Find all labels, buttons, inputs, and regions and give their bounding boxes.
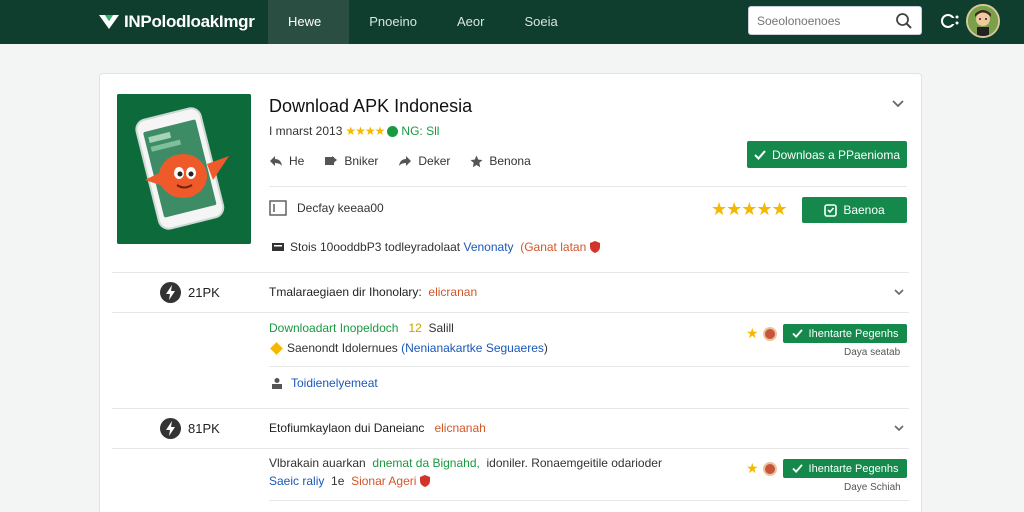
section-1-footer-link[interactable]: Toidienelyemeat (271, 376, 378, 390)
app-meta-row: I mnarst 2013 ★★★★ NG: Sll (269, 124, 439, 138)
action-forward[interactable]: Deker (398, 154, 450, 168)
reply-icon (270, 156, 282, 166)
app-card: Download APK Indonesia I mnarst 2013 ★★★… (99, 73, 922, 512)
divider (269, 366, 909, 367)
download-button[interactable]: Downloas a PPaenioma (747, 141, 907, 168)
document-icon (269, 200, 287, 216)
app-title: Download APK Indonesia (269, 96, 473, 116)
section-1-line-2: Saenondt Idolernues (Nenianakartke Segua… (269, 341, 548, 355)
app-actions: He Bniker Deker Benona (269, 154, 551, 168)
section-1-link[interactable]: (Nenianakartke Seguaeres (401, 341, 544, 355)
star-icon: ★ (746, 325, 759, 341)
mascot-icon (763, 327, 777, 341)
section-2-button[interactable]: Ihentarte Pegenhs (783, 459, 907, 478)
section-header-1[interactable]: 21PK Tmalaraegiaen dir Ihonolary: elicra… (100, 272, 923, 312)
action-favorite[interactable]: Benona (470, 154, 531, 168)
divider (269, 500, 909, 501)
meta-rating: NG: Sll (401, 124, 440, 138)
info-row: Stois 10ooddbP3 todleyradolaat Venonaty … (272, 240, 606, 254)
rating-stars: ★★★★ (345, 124, 385, 138)
action-share[interactable]: Bniker (324, 154, 378, 168)
rate-button[interactable]: Baenoa (802, 197, 907, 223)
section-2-tag: Sionar Ageri (351, 474, 417, 488)
section-1-days: Daya seatab (844, 347, 901, 358)
section-tag: elicnanah (434, 421, 486, 435)
section-2-line-2: Saeic raliy 1e Sionar Ageri (269, 474, 431, 488)
download-link[interactable]: Downloadart Inopeldoch (269, 321, 398, 335)
rate-icon (824, 203, 838, 217)
share-icon (325, 156, 338, 165)
rating-stars-large[interactable]: ★★★★★ (711, 199, 788, 220)
bolt-icon (160, 281, 181, 303)
search-box (748, 6, 922, 35)
app-icon-image (117, 94, 251, 244)
action-label: Benona (489, 154, 531, 168)
action-label: Deker (418, 154, 451, 168)
nav-item-4[interactable]: Soeia (504, 0, 577, 44)
action-label: He (289, 154, 305, 168)
divider (112, 312, 909, 313)
rate-label: Baenoa (843, 203, 885, 217)
logo-text: INPolodloakImgr (124, 12, 255, 31)
forward-icon (399, 156, 412, 166)
meta-prefix: I mnarst 2013 (269, 124, 343, 138)
mascot-icon (763, 462, 777, 476)
section-title: Tmalaraegiaen dir Ihonolary: elicranan (269, 285, 478, 299)
section-code: 21PK (188, 284, 220, 300)
info-link[interactable]: Venonaty (463, 240, 513, 254)
check-icon (791, 329, 803, 338)
version-row: Decfay keeaa00 (269, 200, 384, 216)
info-prefix: Stois 10ooddbP3 todleyradolaat (290, 240, 461, 254)
section-tag: elicranan (428, 285, 478, 299)
info-tag: (Ganat latan (520, 240, 587, 254)
nav-item-3[interactable]: Aeor (437, 0, 504, 44)
top-bar: INPolodloakImgr Hewe Pnoeino Aeor Soeia (0, 0, 1024, 44)
section-code: 81PK (188, 420, 220, 436)
avatar[interactable] (966, 4, 1000, 38)
version-text: Decfay keeaa00 (297, 201, 384, 215)
user-icon[interactable] (940, 11, 960, 31)
divider (269, 186, 907, 187)
package-icon (272, 243, 284, 251)
star-icon (470, 155, 483, 167)
verified-badge-icon (387, 125, 399, 137)
search-icon[interactable] (895, 12, 913, 30)
bolt-icon (160, 417, 181, 439)
section-2-line-1: Vlbrakain auarkan dnemat da Bignahd, ido… (269, 456, 662, 470)
person-icon (272, 378, 282, 389)
download-link[interactable]: dnemat da Bignahd, (372, 456, 479, 470)
action-reply[interactable]: He (269, 154, 304, 168)
shield-icon (590, 241, 601, 253)
check-icon (791, 464, 803, 473)
search-input[interactable] (757, 13, 887, 28)
divider (112, 448, 909, 449)
section-2-days: Daye Schiah (844, 482, 901, 493)
nav-item-home[interactable]: Hewe (268, 0, 350, 44)
star-icon: ★ (746, 460, 759, 476)
diamond-icon (270, 341, 283, 355)
check-icon (754, 149, 766, 160)
site-logo[interactable]: INPolodloakImgr (0, 0, 268, 44)
chevron-down-icon[interactable] (892, 421, 906, 435)
logo-icon (98, 13, 120, 31)
section-2-link[interactable]: Saeic raliy (269, 474, 324, 488)
chevron-down-icon[interactable] (892, 285, 906, 299)
section-1-line-1: Downloadart Inopeldoch 12 Salill (269, 321, 454, 335)
section-header-2[interactable]: 81PK Etofiumkaylaon dui Daneianc elicnan… (100, 408, 923, 448)
shield-icon (420, 475, 431, 487)
section-title: Etofiumkaylaon dui Daneianc elicnanah (269, 421, 486, 435)
section-1-button[interactable]: Ihentarte Pegenhs (783, 324, 907, 343)
action-label: Bniker (344, 154, 379, 168)
download-label: Downloas a PPaenioma (771, 147, 901, 162)
main-nav: Hewe Pnoeino Aeor Soeia (268, 0, 578, 44)
chevron-down-icon[interactable] (890, 96, 906, 112)
nav-item-2[interactable]: Pnoeino (349, 0, 437, 44)
